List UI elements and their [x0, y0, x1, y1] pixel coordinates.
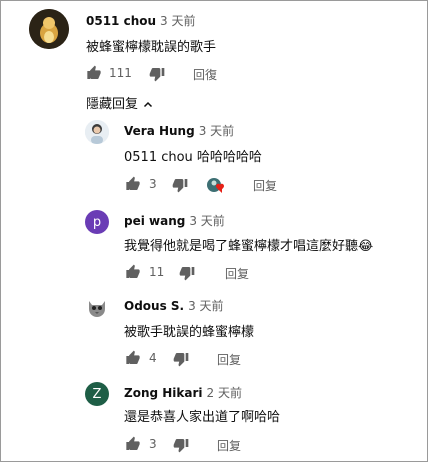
comment-time[interactable]: 2 天前	[207, 386, 242, 400]
thumbs-up-icon[interactable]	[125, 436, 141, 452]
comment-text: 還是恭喜人家出道了啊哈哈	[124, 410, 281, 425]
thumbs-up-icon[interactable]	[125, 264, 141, 280]
author-name[interactable]: Zong Hikari	[124, 386, 203, 400]
like-count: 4	[149, 351, 157, 365]
like-count: 3	[149, 177, 157, 191]
reply-button[interactable]: 回复	[217, 437, 241, 454]
thumbs-down-icon[interactable]	[172, 177, 188, 193]
comment-text: 被蜂蜜檸檬耽誤的歌手	[86, 40, 217, 55]
comment-text: 0511 chou 哈哈哈哈哈	[124, 150, 262, 165]
comment-time[interactable]: 3 天前	[199, 124, 234, 138]
comment-text: 被歌手耽誤的蜂蜜檸檬	[124, 325, 255, 340]
comment-author[interactable]: Vera Hung 3 天前	[124, 122, 234, 139]
comment-author[interactable]: Odous S. 3 天前	[124, 297, 224, 314]
comment-actions: 3 回复	[125, 176, 325, 194]
thumbs-up-icon[interactable]	[125, 350, 141, 366]
reply-button[interactable]: 回復	[193, 66, 217, 83]
avatar[interactable]: p	[85, 210, 109, 234]
avatar-letter: p	[92, 214, 102, 230]
thumbs-down-icon[interactable]	[149, 66, 165, 82]
thumbs-down-icon[interactable]	[173, 351, 189, 367]
comment-actions: 11 回复	[125, 264, 325, 282]
avatar-image	[85, 120, 109, 144]
thumbs-up-icon[interactable]	[125, 176, 141, 192]
author-name[interactable]: pei wang	[124, 214, 185, 228]
comment-thread: 0511 chou 3 天前 被蜂蜜檸檬耽誤的歌手 111 回復 隱藏回复 Ver…	[0, 0, 428, 462]
comment-time[interactable]: 3 天前	[188, 299, 223, 313]
reply-button[interactable]: 回复	[253, 177, 277, 194]
avatar[interactable]: Z	[85, 382, 109, 406]
comment-author[interactable]: pei wang 3 天前	[124, 212, 225, 229]
comment-time[interactable]: 3 天前	[189, 214, 224, 228]
thumbs-up-icon[interactable]	[86, 65, 102, 81]
thumbs-down-icon[interactable]	[173, 437, 189, 453]
comment-actions: 4 回复	[125, 350, 325, 368]
comment-time[interactable]: 3 天前	[160, 14, 195, 28]
hide-replies-label: 隱藏回复	[86, 97, 139, 112]
thumbs-down-icon[interactable]	[179, 265, 195, 281]
author-name[interactable]: Vera Hung	[124, 124, 195, 138]
creator-heart-icon	[207, 178, 224, 193]
reply-button[interactable]: 回复	[217, 351, 241, 368]
avatar-letter: Z	[92, 386, 102, 402]
comment-author[interactable]: 0511 chou 3 天前	[86, 12, 195, 29]
like-count: 111	[109, 66, 132, 80]
hide-replies-toggle[interactable]: 隱藏回复	[86, 93, 154, 112]
chevron-up-icon	[143, 101, 153, 107]
comment-text: 我覺得他就是喝了蜂蜜檸檬才唱這麼好聽😂	[124, 239, 374, 254]
avatar[interactable]	[29, 9, 69, 49]
author-name[interactable]: Odous S.	[124, 299, 184, 313]
avatar[interactable]	[85, 295, 109, 319]
avatar-image	[29, 9, 69, 49]
author-name[interactable]: 0511 chou	[86, 14, 156, 28]
comment-actions: 3 回复	[125, 436, 325, 454]
like-count: 3	[149, 437, 157, 451]
comment-author[interactable]: Zong Hikari 2 天前	[124, 384, 242, 401]
reply-button[interactable]: 回复	[225, 265, 249, 282]
avatar[interactable]	[85, 120, 109, 144]
like-count: 11	[149, 265, 165, 279]
avatar-image	[89, 301, 105, 317]
comment-actions: 111 回復	[86, 65, 346, 83]
